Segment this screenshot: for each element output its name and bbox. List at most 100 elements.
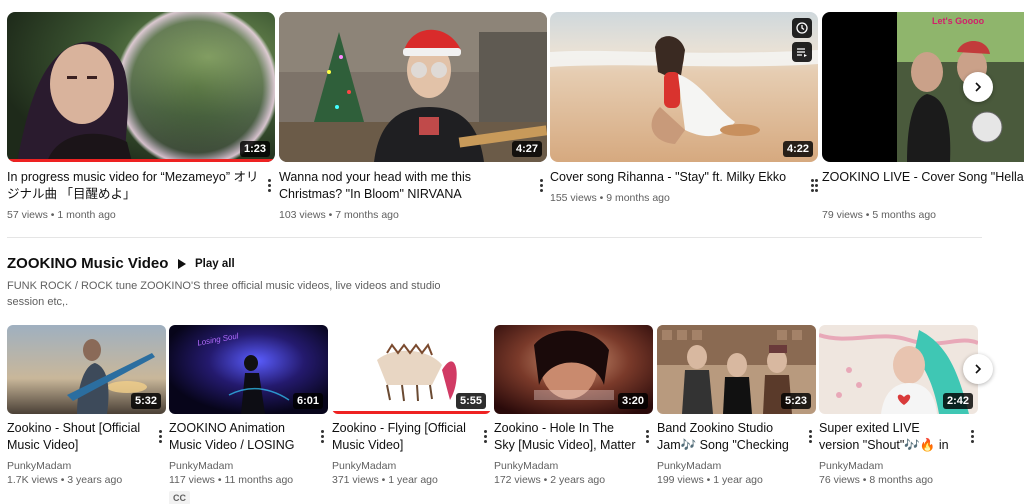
upload-age: 1 month ago bbox=[57, 209, 116, 221]
play-icon bbox=[178, 259, 186, 269]
playlist-video-shelf: 5:32 Zookino - Shout [Official Music Vid… bbox=[7, 325, 1024, 504]
video-stats: 172 views • 2 years ago bbox=[494, 474, 606, 486]
shelf-next-button[interactable] bbox=[963, 354, 993, 384]
duration-badge: 4:22 bbox=[782, 141, 813, 157]
video-title[interactable]: Wanna nod your head with me this Christm… bbox=[279, 169, 531, 203]
upload-age: 1 year ago bbox=[713, 474, 763, 486]
channel-name[interactable]: PunkyMadam bbox=[169, 459, 328, 473]
video-stats: 103 views • 7 months ago bbox=[279, 209, 399, 221]
video-card[interactable]: Losing Soul 6:01 ZOOKINO Animation Music… bbox=[169, 325, 328, 504]
upload-age: 8 months ago bbox=[869, 474, 934, 486]
top-video-shelf: 1:23 In progress music video for “Mezame… bbox=[7, 12, 1024, 224]
video-card[interactable]: 4:22 Cover song Rihanna - "Stay" ft. Mil… bbox=[550, 12, 818, 205]
more-options-icon[interactable] bbox=[479, 426, 491, 446]
video-title[interactable]: Zookino - Shout [Official Music Video] bbox=[7, 420, 150, 454]
video-card[interactable]: 1:23 In progress music video for “Mezame… bbox=[7, 12, 275, 222]
play-all-label: Play all bbox=[195, 258, 235, 270]
video-stats: 1.7K views • 3 years ago bbox=[7, 474, 123, 486]
video-card[interactable]: 5:23 Band Zookino Studio Jam🎶 Song "Chec… bbox=[657, 325, 816, 487]
duration-badge: 5:55 bbox=[455, 393, 486, 409]
video-thumbnail[interactable]: 5:32 bbox=[7, 325, 166, 414]
more-options-icon[interactable] bbox=[966, 426, 978, 446]
chevron-right-icon bbox=[975, 364, 982, 374]
duration-badge: 5:23 bbox=[780, 393, 811, 409]
video-title[interactable]: Zookino - Flying [Official Music Video] bbox=[332, 420, 475, 454]
channel-name[interactable]: PunkyMadam bbox=[819, 459, 978, 473]
view-count: 172 views bbox=[494, 474, 541, 486]
video-card[interactable]: Let's Goooo ZOOKINO LIVE - Cover Song "H… bbox=[814, 12, 1024, 222]
video-title[interactable]: In progress music video for “Mezameyo” オ… bbox=[7, 169, 259, 203]
duration-badge: 2:42 bbox=[942, 393, 973, 409]
video-thumbnail[interactable]: 4:22 bbox=[550, 12, 818, 162]
video-title[interactable]: Super exited LIVE version "Shout"🎶🔥 in N… bbox=[819, 420, 962, 454]
video-stats: 371 views • 1 year ago bbox=[332, 474, 438, 486]
video-stats: 79 views • 5 months ago bbox=[822, 209, 937, 221]
video-thumbnail[interactable]: 5:23 bbox=[657, 325, 816, 414]
channel-name[interactable]: PunkyMadam bbox=[494, 459, 653, 473]
more-options-icon[interactable] bbox=[535, 175, 547, 195]
view-count: 1.7K views bbox=[7, 474, 58, 486]
channel-name[interactable]: PunkyMadam bbox=[7, 459, 166, 473]
more-options-icon[interactable] bbox=[810, 175, 822, 195]
cc-badge: CC bbox=[169, 491, 190, 504]
clock-icon[interactable] bbox=[792, 18, 812, 38]
more-options-icon[interactable] bbox=[641, 426, 653, 446]
thumbnail-image bbox=[279, 12, 547, 162]
video-title[interactable]: Band Zookino Studio Jam🎶 Song "Checking … bbox=[657, 420, 800, 454]
more-options-icon[interactable] bbox=[804, 426, 816, 446]
watch-progress-bar bbox=[332, 411, 491, 414]
thumbnail-image bbox=[7, 12, 275, 162]
duration-badge: 3:20 bbox=[617, 393, 648, 409]
section-description: FUNK ROCK / ROCK tune ZOOKINO'S three of… bbox=[7, 280, 441, 308]
video-title[interactable]: Zookino - Hole In The Sky [Music Video],… bbox=[494, 420, 637, 454]
duration-badge: 6:01 bbox=[292, 393, 323, 409]
upload-age: 1 year ago bbox=[388, 474, 438, 486]
video-stats: 57 views • 1 month ago bbox=[7, 209, 116, 221]
chevron-right-icon bbox=[975, 82, 982, 92]
video-card[interactable]: 5:55 Zookino - Flying [Official Music Vi… bbox=[332, 325, 491, 487]
video-thumbnail[interactable]: 2:42 bbox=[819, 325, 978, 414]
watch-progress-bar bbox=[7, 159, 275, 162]
view-count: 371 views bbox=[332, 474, 379, 486]
view-count: 57 views bbox=[7, 209, 48, 221]
video-thumbnail[interactable]: 4:27 bbox=[279, 12, 547, 162]
more-options-icon[interactable] bbox=[154, 426, 166, 446]
thumbnail-text: Let's Goooo bbox=[932, 16, 985, 26]
video-thumbnail[interactable]: Let's Goooo bbox=[822, 12, 1024, 162]
section-title[interactable]: ZOOKINO Music Video bbox=[7, 255, 168, 272]
video-title[interactable]: ZOOKINO Animation Music Video / LOSING S… bbox=[169, 420, 312, 454]
video-card[interactable]: 4:27 Wanna nod your head with me this Ch… bbox=[279, 12, 547, 222]
play-all-button[interactable]: Play all bbox=[177, 254, 235, 274]
channel-name[interactable]: PunkyMadam bbox=[657, 459, 816, 473]
video-card[interactable]: 3:20 Zookino - Hole In The Sky [Music Vi… bbox=[494, 325, 653, 487]
queue-icon[interactable] bbox=[792, 42, 812, 62]
video-card[interactable]: 5:32 Zookino - Shout [Official Music Vid… bbox=[7, 325, 166, 487]
more-options-icon[interactable] bbox=[316, 426, 328, 446]
video-thumbnail[interactable]: Losing Soul 6:01 bbox=[169, 325, 328, 414]
more-options-icon[interactable] bbox=[263, 175, 275, 195]
duration-badge: 4:27 bbox=[511, 141, 542, 157]
video-title[interactable]: ZOOKINO LIVE - Cover Song "Hella Doubt) bbox=[822, 169, 1024, 203]
upload-age: 3 years ago bbox=[67, 474, 123, 486]
video-stats: 117 views • 11 months ago bbox=[169, 474, 294, 486]
video-thumbnail[interactable]: 3:20 bbox=[494, 325, 653, 414]
shelf-next-button[interactable] bbox=[963, 72, 993, 102]
upload-age: 5 months ago bbox=[872, 209, 937, 221]
video-stats: 76 views • 8 months ago bbox=[819, 474, 934, 486]
duration-badge: 5:32 bbox=[130, 393, 161, 409]
video-thumbnail[interactable]: 5:55 bbox=[332, 325, 491, 414]
view-count: 76 views bbox=[819, 474, 860, 486]
video-card[interactable]: 2:42 Super exited LIVE version "Shout"🎶🔥… bbox=[819, 325, 978, 487]
view-count: 199 views bbox=[657, 474, 704, 486]
upload-age: 2 years ago bbox=[550, 474, 606, 486]
thumbnail-image bbox=[550, 12, 818, 162]
video-stats: 199 views • 1 year ago bbox=[657, 474, 763, 486]
video-title[interactable]: Cover song Rihanna - "Stay" ft. Milky Ek… bbox=[550, 169, 802, 203]
video-thumbnail[interactable]: 1:23 bbox=[7, 12, 275, 162]
channel-name[interactable]: PunkyMadam bbox=[332, 459, 491, 473]
thumbnail-image bbox=[822, 12, 1024, 162]
view-count: 79 views bbox=[822, 209, 863, 221]
view-count: 103 views bbox=[279, 209, 326, 221]
duration-badge: 1:23 bbox=[239, 141, 270, 157]
upload-age: 11 months ago bbox=[224, 474, 294, 486]
